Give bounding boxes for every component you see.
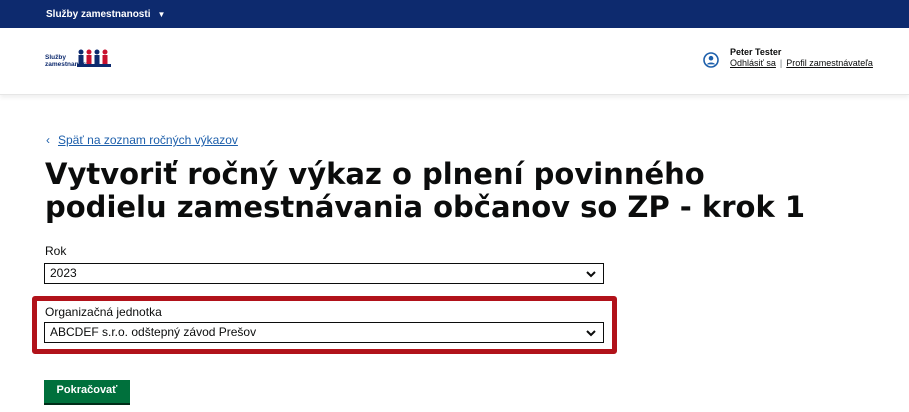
chevron-down-icon (586, 330, 596, 337)
user-name: Peter Tester (730, 47, 782, 57)
year-label: Rok (45, 244, 67, 258)
services-menu-toggle[interactable]: Služby zamestnanosti ▼ (46, 9, 165, 20)
services-menu-label: Služby zamestnanosti (46, 8, 151, 20)
caret-down-icon: ▼ (157, 9, 166, 19)
user-links: Odhlásiť sa | Profil zamestnávateľa (730, 58, 873, 68)
back-link[interactable]: ‹ Späť na zoznam ročných výkazov (46, 133, 238, 147)
chevron-down-icon (586, 271, 596, 278)
back-link-label: Späť na zoznam ročných výkazov (58, 133, 238, 147)
user-circle-icon (703, 52, 719, 68)
org-unit-select[interactable]: ABCDEF s.r.o. odštepný závod Prešov (44, 322, 604, 343)
chevron-left-icon: ‹ (46, 133, 50, 147)
org-unit-label: Organizačná jednotka (45, 305, 162, 319)
people-logo-icon (77, 49, 111, 67)
user-links-separator: | (779, 58, 783, 68)
page-title: Vytvoriť ročný výkaz o plnení povinného … (45, 157, 806, 224)
year-select[interactable]: 2023 (44, 263, 604, 284)
year-select-value: 2023 (50, 266, 77, 280)
org-unit-select-value: ABCDEF s.r.o. odštepný závod Prešov (50, 325, 257, 339)
continue-button[interactable]: Pokračovať (44, 380, 130, 403)
employer-profile-link[interactable]: Profil zamestnávateľa (786, 58, 873, 68)
site-logo[interactable]: Služby zamestnanosti (45, 48, 115, 76)
logout-link[interactable]: Odhlásiť sa (730, 58, 776, 68)
site-header: Služby zamestnanosti Peter Tester Odhlás… (0, 28, 909, 95)
top-navigation-bar: Služby zamestnanosti ▼ (0, 0, 909, 28)
